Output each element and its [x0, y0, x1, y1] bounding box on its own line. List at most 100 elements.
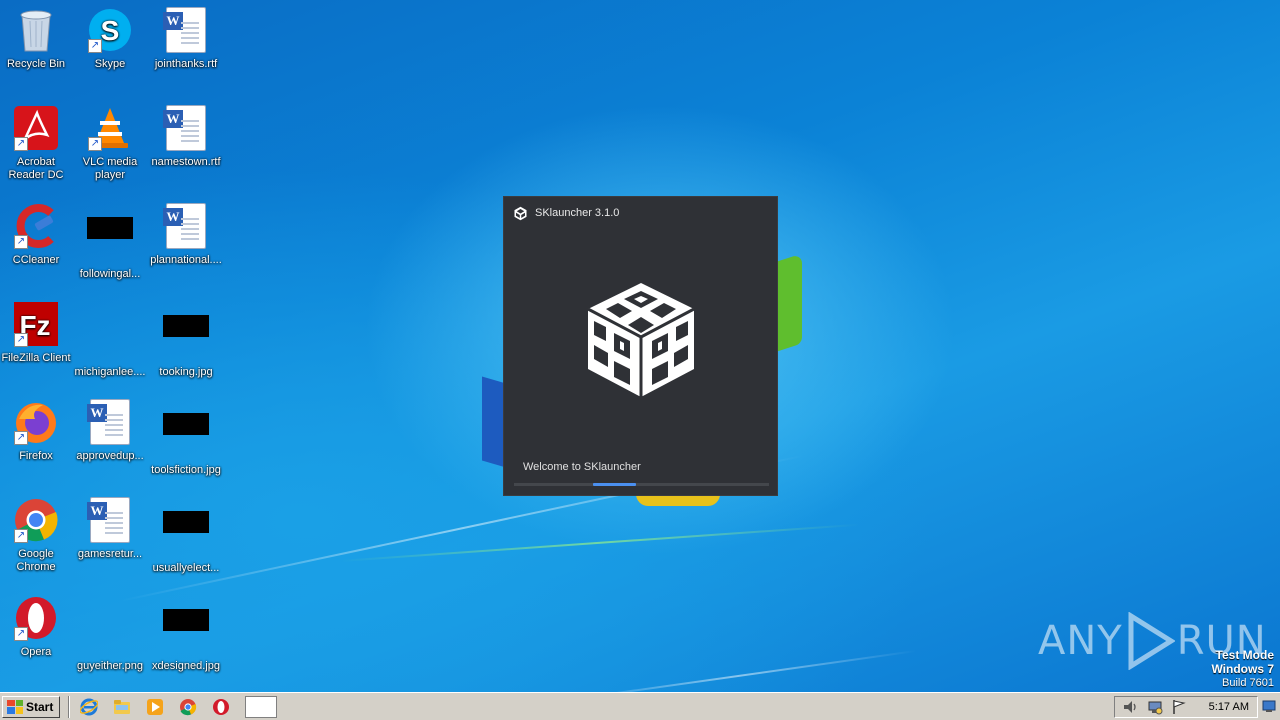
- desktop-icon-label: guyeither.png: [76, 660, 144, 672]
- explorer-folder-icon[interactable]: [111, 696, 133, 718]
- image-file-icon: [162, 511, 210, 559]
- wallpaper-logo-fragment: [774, 253, 802, 353]
- image-file-icon: [86, 217, 134, 265]
- desktop-icon-label: Acrobat Reader DC: [8, 156, 64, 181]
- acrobat-icon: ↗: [12, 105, 60, 153]
- desktop-icon-label: CCleaner: [12, 254, 60, 266]
- play-triangle-icon: [1128, 612, 1175, 670]
- image-file-icon: [162, 609, 210, 657]
- desktop-icon[interactable]: xdesigned.jpg: [148, 595, 224, 673]
- loading-status-text: Welcome to SKlauncher: [523, 461, 641, 473]
- taskbar-window-button[interactable]: [245, 695, 278, 718]
- desktop-icon[interactable]: S ↗ Skype: [72, 7, 148, 71]
- desktop-icon[interactable]: toolsfiction.jpg: [148, 399, 224, 477]
- vlc-icon: ↗: [86, 105, 134, 153]
- window-title: SKlauncher 3.1.0: [535, 207, 620, 219]
- desktop-icon[interactable]: Wjointhanks.rtf: [148, 7, 224, 71]
- show-desktop-icon[interactable]: [1262, 699, 1276, 713]
- shortcut-arrow-icon: ↗: [14, 235, 28, 249]
- test-mode-notice: Test Mode Windows 7 Build 7601: [1211, 648, 1274, 690]
- desktop-icon-label: approvedup...: [76, 450, 144, 462]
- image-file-icon: [162, 315, 210, 363]
- desktop-icon-label: Google Chrome: [16, 548, 56, 573]
- desktop-icon-label: Opera: [20, 646, 52, 658]
- desktop-icon[interactable]: Wplannational....: [148, 203, 224, 267]
- firefox-icon: ↗: [12, 399, 60, 447]
- word-document-icon: W: [86, 399, 134, 447]
- word-document-icon: W: [162, 7, 210, 55]
- image-file-icon: [162, 413, 210, 461]
- desktop-icon-label: tooking.jpg: [159, 366, 213, 378]
- filezilla-icon: Fz ↗: [12, 301, 60, 349]
- desktop-icon[interactable]: ↗ Opera: [0, 595, 74, 659]
- volume-icon[interactable]: [1123, 699, 1139, 715]
- test-mode-label: Test Mode: [1215, 648, 1274, 662]
- desktop-icon-label: followingal...: [79, 268, 141, 280]
- taskbar: Start 5:17 AM: [0, 692, 1280, 720]
- desktop-icon[interactable]: followingal...: [72, 203, 148, 281]
- desktop-icon[interactable]: ↗ Google Chrome: [0, 497, 74, 574]
- os-build-label: Build 7601: [1222, 677, 1274, 689]
- action-center-flag-icon[interactable]: [1171, 699, 1187, 715]
- desktop-icon-label: Recycle Bin: [6, 58, 66, 70]
- desktop-icon-label: toolsfiction.jpg: [151, 464, 221, 476]
- desktop-icon[interactable]: guyeither.png: [72, 595, 148, 673]
- recycle-bin-icon: [12, 7, 60, 55]
- shortcut-arrow-icon: ↗: [14, 431, 28, 445]
- start-button[interactable]: Start: [2, 695, 61, 718]
- sklauncher-app-icon: [514, 206, 527, 220]
- desktop-icon[interactable]: michiganlee....: [72, 301, 148, 379]
- shortcut-arrow-icon: ↗: [88, 39, 102, 53]
- shortcut-arrow-icon: ↗: [88, 137, 102, 151]
- start-label: Start: [26, 699, 54, 714]
- shortcut-arrow-icon: ↗: [14, 627, 28, 641]
- ccleaner-icon: ↗: [12, 203, 60, 251]
- sklauncher-splash-window[interactable]: SKlauncher 3.1.0 Welcome to SKlauncher: [503, 196, 778, 496]
- shortcut-arrow-icon: ↗: [14, 137, 28, 151]
- taskbar-separator: [68, 695, 71, 718]
- chrome-icon[interactable]: [177, 696, 199, 718]
- opera-icon: ↗: [12, 595, 60, 643]
- desktop-icon-label: plannational....: [150, 254, 222, 266]
- desktop-icon-label: jointhanks.rtf: [154, 58, 218, 70]
- desktop-icon-label: VLC media player: [82, 156, 138, 181]
- network-icon[interactable]: [1147, 699, 1163, 715]
- desktop-icon-label: Skype: [94, 58, 126, 70]
- desktop-icon-label: namestown.rtf: [151, 156, 221, 168]
- desktop-icon[interactable]: Wnamestown.rtf: [148, 105, 224, 169]
- clock[interactable]: 5:17 AM: [1209, 701, 1249, 713]
- desktop-icon[interactable]: Recycle Bin: [0, 7, 74, 71]
- sklauncher-cube-logo: [587, 283, 695, 397]
- desktop-icon[interactable]: ↗ VLC media player: [72, 105, 148, 182]
- word-document-icon: W: [162, 203, 210, 251]
- desktop-icon[interactable]: tooking.jpg: [148, 301, 224, 379]
- desktop-icon[interactable]: ↗ Firefox: [0, 399, 74, 463]
- shortcut-arrow-icon: ↗: [14, 529, 28, 543]
- desktop-icon-label: michiganlee....: [74, 366, 146, 378]
- desktop-icon[interactable]: usuallyelect...: [148, 497, 224, 575]
- shortcut-arrow-icon: ↗: [14, 333, 28, 347]
- media-player-icon[interactable]: [144, 696, 166, 718]
- desktop-icon[interactable]: Wgamesretur...: [72, 497, 148, 561]
- progress-bar-fill: [593, 483, 637, 486]
- file-icon: [86, 315, 134, 363]
- desktop-icon-label: xdesigned.jpg: [152, 660, 220, 672]
- windows-flag-icon: [7, 699, 23, 714]
- opera-icon[interactable]: [210, 696, 232, 718]
- word-document-icon: W: [86, 497, 134, 545]
- internet-explorer-icon[interactable]: [78, 696, 100, 718]
- chrome-icon: ↗: [12, 497, 60, 545]
- desktop-icon[interactable]: ↗ CCleaner: [0, 203, 74, 267]
- desktop-icon[interactable]: Fz ↗ FileZilla Client: [0, 301, 74, 365]
- file-icon: [86, 609, 134, 657]
- skype-icon: S ↗: [86, 7, 134, 55]
- watermark-brand: ANY: [1038, 618, 1123, 664]
- desktop-icon-label: gamesretur...: [77, 548, 143, 560]
- desktop-icon-label: Firefox: [19, 450, 53, 462]
- desktop-icon[interactable]: ↗ Acrobat Reader DC: [0, 105, 74, 182]
- window-titlebar[interactable]: SKlauncher 3.1.0: [504, 197, 777, 229]
- svg-text:S: S: [101, 15, 120, 46]
- desktop-icon[interactable]: Wapprovedup...: [72, 399, 148, 463]
- os-version-label: Windows 7: [1211, 662, 1274, 676]
- loading-progress-bar: [514, 483, 769, 486]
